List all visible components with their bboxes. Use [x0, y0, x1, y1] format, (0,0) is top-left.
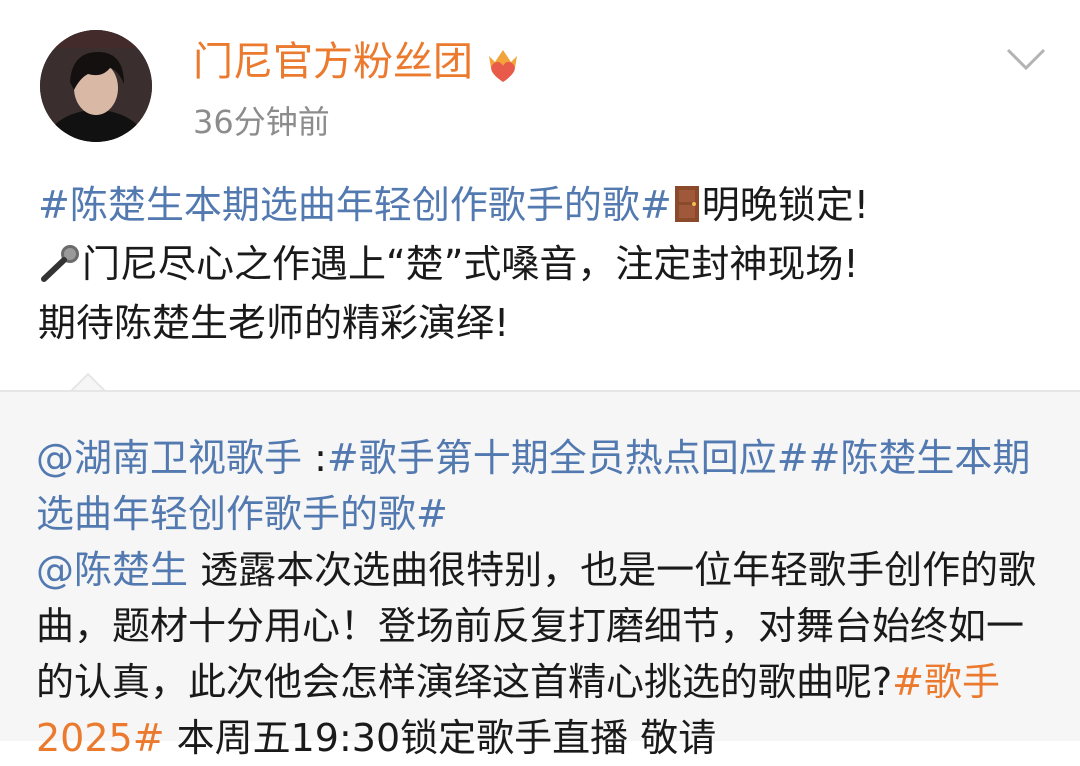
repost-tail-text: 本周五19:30锁定歌手直播 敬请	[164, 716, 717, 760]
crown-heart-badge-icon	[489, 50, 517, 82]
repost-notch	[70, 372, 106, 392]
chevron-down-icon[interactable]	[1004, 44, 1048, 76]
post-line-1-text: 明晚锁定!	[701, 183, 869, 227]
account-name[interactable]: 门尼官方粉丝团	[193, 34, 525, 90]
microphone-icon	[41, 245, 79, 282]
post-time: 36分钟前	[193, 103, 330, 141]
avatar[interactable]	[40, 30, 152, 142]
post-hashtag[interactable]: #陈楚生本期选曲年轻创作歌手的歌#	[38, 183, 672, 227]
repost-mention-singer[interactable]: @陈楚生	[36, 548, 188, 592]
post-body: #陈楚生本期选曲年轻创作歌手的歌# 明晚锁定! 门尼尽心之作遇上“楚”式嗓音，注…	[38, 176, 1048, 353]
repost-colon: :	[302, 436, 327, 480]
post-line-1: #陈楚生本期选曲年轻创作歌手的歌# 明晚锁定!	[38, 176, 1048, 235]
door-icon	[674, 186, 699, 222]
repost-mention-channel[interactable]: @湖南卫视歌手	[36, 436, 302, 480]
post-line-3: 期待陈楚生老师的精彩演绎!	[38, 301, 510, 345]
repost-hashtag-1[interactable]: #歌手第十期全员热点回应#	[327, 436, 809, 480]
repost-text: @湖南卫视歌手 :#歌手第十期全员热点回应##陈楚生本期选曲年轻创作歌手的歌# @…	[36, 430, 1046, 766]
account-name-text[interactable]: 门尼官方粉丝团	[193, 39, 473, 85]
post-line-2-text: 门尼尽心之作遇上“楚”式嗓音，注定封神现场!	[82, 242, 859, 286]
post-line-2: 门尼尽心之作遇上“楚”式嗓音，注定封神现场!	[38, 235, 1048, 294]
